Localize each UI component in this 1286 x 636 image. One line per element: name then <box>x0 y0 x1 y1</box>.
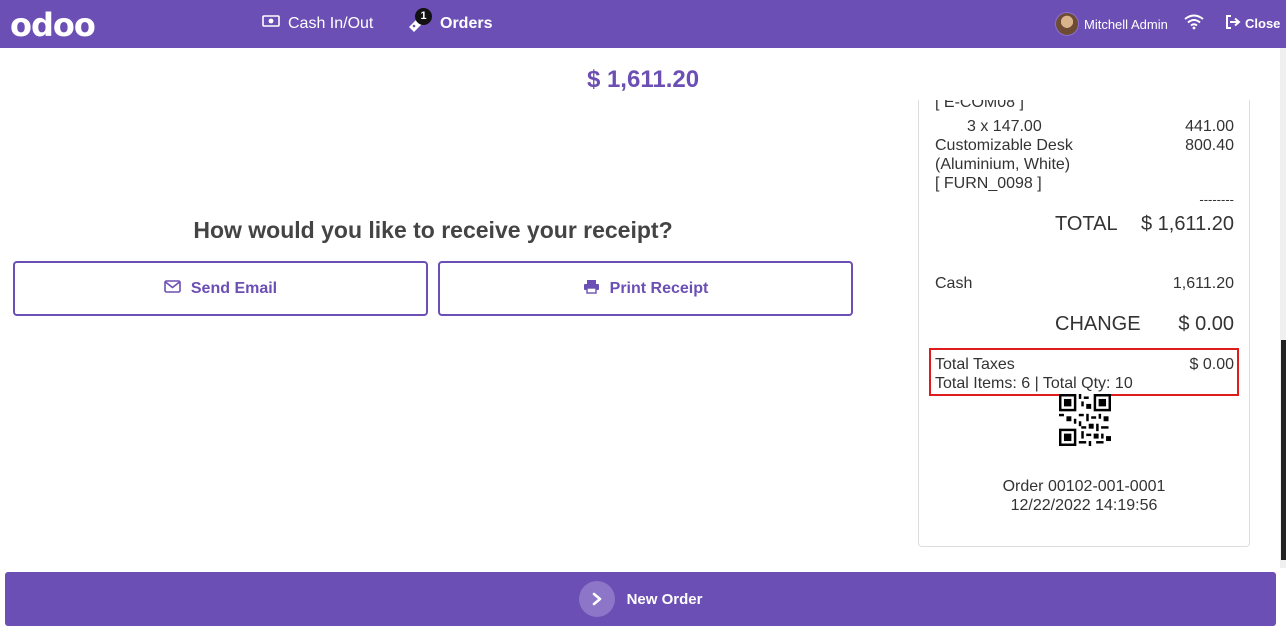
print-receipt-button[interactable]: Print Receipt <box>438 261 853 316</box>
receipt-line2-total: 800.40 <box>1185 137 1234 154</box>
orders-icon: 1 <box>406 8 432 34</box>
cash-in-out-label: Cash In/Out <box>288 14 374 32</box>
close-label: Close <box>1245 16 1281 31</box>
orders-count-badge: 1 <box>415 8 432 25</box>
paid-amount: $ 1,611.20 <box>586 66 700 93</box>
new-order-button[interactable]: New Order <box>5 572 1276 626</box>
orders-label: Orders <box>440 15 493 32</box>
receipt-line2-name-a: Customizable Desk <box>935 137 1073 154</box>
printer-icon <box>583 279 600 299</box>
user-name: Mitchell Admin <box>1084 16 1168 32</box>
receipt-change-value: $ 0.00 <box>1178 313 1234 335</box>
receipt-order-datetime: 12/22/2022 14:19:56 <box>1010 497 1158 514</box>
odoo-logo: odoo <box>10 6 96 44</box>
receipt-total-value: $ 1,611.20 <box>1140 213 1234 235</box>
receipt-line1-total: 441.00 <box>1185 118 1234 135</box>
receipt-payment-method: Cash <box>935 275 973 292</box>
receipt-separator: -------- <box>1199 192 1234 207</box>
send-email-button[interactable]: Send Email <box>13 261 428 316</box>
receipt-taxes-label: Total Taxes <box>935 356 1015 373</box>
top-navbar: odoo Cash In/Out 1 Orders Mitchell Admin… <box>0 0 1286 48</box>
wifi-icon <box>1184 14 1204 35</box>
send-email-label: Send Email <box>190 279 278 297</box>
receipt-payment-value: 1,611.20 <box>1172 275 1234 292</box>
avatar <box>1055 12 1079 36</box>
chevron-right-icon <box>578 581 615 617</box>
receipt-items-summary: Total Items: 6 | Total Qty: 10 <box>935 375 1133 392</box>
new-order-label: New Order <box>626 590 703 608</box>
sign-out-icon <box>1225 15 1241 32</box>
cash-icon <box>262 14 280 33</box>
receipt-taxes-value: $ 0.00 <box>1189 356 1234 373</box>
receipt-line-code-partial: [ E-COM08 ] <box>935 100 1024 111</box>
receipt-line2-name-b: (Aluminium, White) <box>935 156 1071 173</box>
orders-button[interactable]: 1 Orders <box>406 8 493 34</box>
scrollbar-thumb[interactable] <box>1281 340 1286 560</box>
user-menu[interactable]: Mitchell Admin <box>1055 12 1168 36</box>
receipt-order-ref: Order 00102-001-0001 <box>1002 478 1166 495</box>
cash-in-out-button[interactable]: Cash In/Out <box>262 14 373 33</box>
envelope-icon <box>164 279 181 298</box>
print-receipt-label: Print Receipt <box>609 279 709 297</box>
receipt-total-label: TOTAL <box>1055 213 1118 235</box>
receipt-change-label: CHANGE <box>1055 313 1141 335</box>
receipt-line2-code: [ FURN_0098 ] <box>935 175 1042 192</box>
receipt-question: How would you like to receive your recei… <box>193 217 673 243</box>
close-button[interactable]: Close <box>1225 15 1280 32</box>
receipt-line1-qty-price: 3 x 147.00 <box>967 118 1042 135</box>
receipt-preview: [ E-COM08 ] 3 x 147.00 441.00 Customizab… <box>918 100 1250 547</box>
qr-code <box>1059 394 1111 446</box>
